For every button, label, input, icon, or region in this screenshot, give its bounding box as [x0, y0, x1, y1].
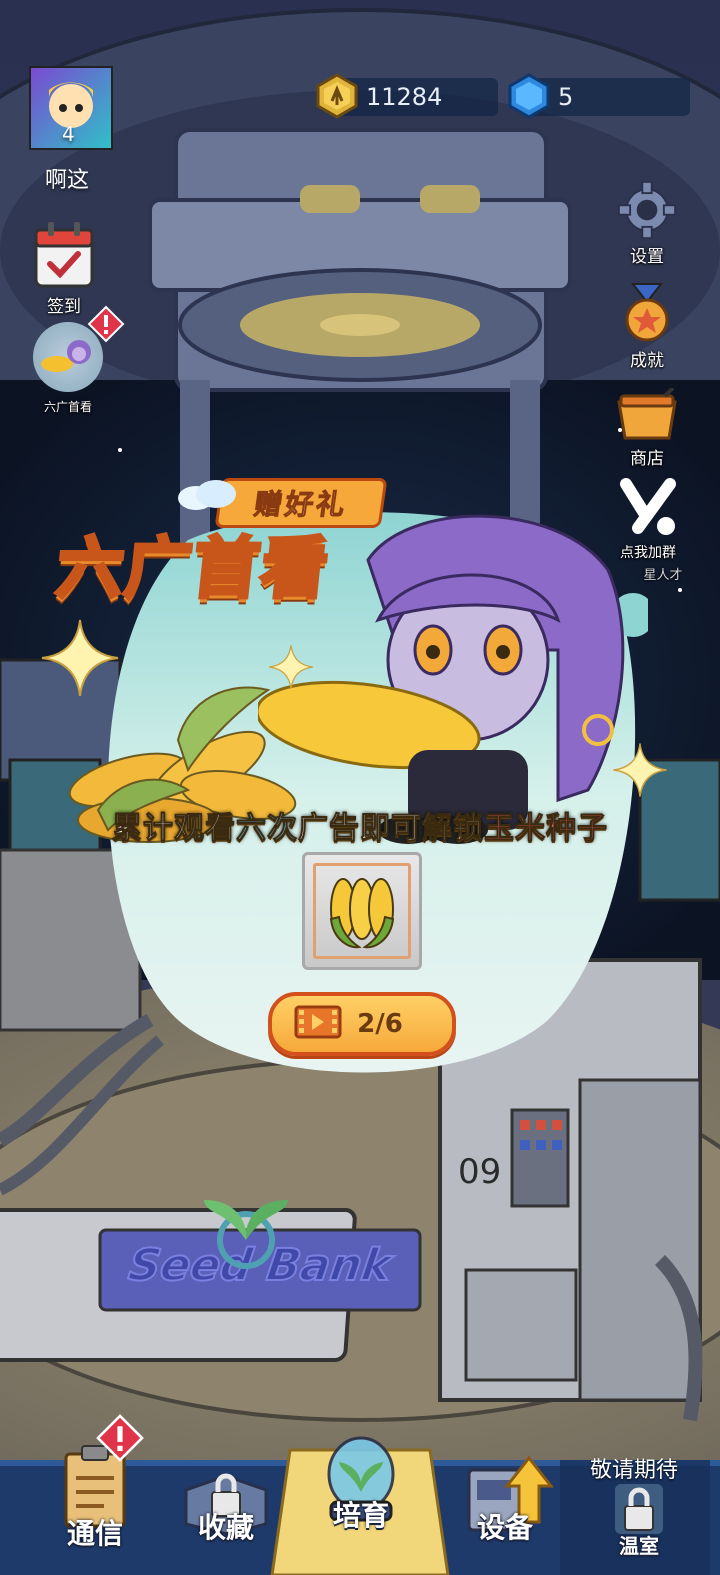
- ad-progress: 2/6: [357, 1009, 403, 1039]
- gem-counter: 5: [530, 78, 690, 116]
- nav-cultivate-label: 培育: [332, 1499, 389, 1532]
- lock-icon: [615, 1484, 663, 1534]
- medal-icon: [625, 283, 669, 342]
- desc-prefix: 累计观看: [112, 811, 236, 847]
- nav-collection-label: 收藏: [197, 1511, 254, 1544]
- cloud-icon: [178, 480, 236, 510]
- calendar-check-icon: [34, 222, 94, 288]
- alert-badge-icon: [87, 305, 125, 343]
- nav-greenhouse-label: 温室: [619, 1534, 659, 1558]
- checkin-label: 签到: [47, 297, 81, 317]
- nav-greenhouse[interactable]: 温室: [584, 1480, 694, 1575]
- promo-label: 六广首看: [43, 400, 92, 414]
- achievements-button[interactable]: 成就: [612, 282, 682, 371]
- settings-label: 设置: [630, 247, 664, 267]
- promo-title: 六广首看: [51, 528, 335, 609]
- machine-number: 09: [458, 1152, 502, 1192]
- gear-icon: [617, 180, 677, 240]
- sparkle-icon: [41, 619, 119, 697]
- gem-value: 5: [558, 83, 574, 111]
- join-group-sublabel: 星人才: [643, 568, 683, 583]
- shop-cart-icon: [617, 388, 677, 440]
- checkin-button[interactable]: 签到: [28, 220, 100, 317]
- coin-value: 11284: [366, 83, 443, 111]
- sparkle-icon: [269, 645, 313, 689]
- unlock-description: 累计观看六次广告即可解锁玉米种子: [0, 803, 720, 847]
- nav-collection[interactable]: 收藏: [166, 1450, 286, 1575]
- coin-icon: [316, 73, 358, 119]
- nav-equipment-label: 设备: [476, 1511, 533, 1544]
- settings-button[interactable]: 设置: [612, 180, 682, 267]
- player-name: 啊这: [45, 168, 90, 193]
- nav-equipment[interactable]: 设备: [450, 1450, 560, 1575]
- desc-middle: 广告即可解锁: [298, 811, 484, 847]
- gem-icon: [508, 73, 550, 119]
- corn-seed-icon: [329, 878, 395, 949]
- sparkle-icon: [613, 743, 667, 797]
- shop-label: 商店: [630, 449, 664, 469]
- player-level: 4: [62, 122, 75, 146]
- video-play-icon: [294, 1005, 342, 1039]
- nav-cultivate[interactable]: 培育: [306, 1432, 416, 1575]
- coin-counter: 11284: [340, 78, 498, 116]
- desc-reward: 玉米种子: [484, 811, 608, 847]
- watch-ad-button[interactable]: 2/6: [268, 992, 456, 1056]
- desc-count: 六次: [236, 811, 298, 847]
- achievements-label: 成就: [630, 351, 664, 371]
- sprout-logo: [204, 1200, 288, 1269]
- shop-button[interactable]: 商店: [612, 388, 682, 469]
- reward-item-slot[interactable]: [302, 852, 422, 970]
- nav-comm-label: 通信: [66, 1517, 123, 1550]
- alert-badge-icon: [96, 1414, 144, 1462]
